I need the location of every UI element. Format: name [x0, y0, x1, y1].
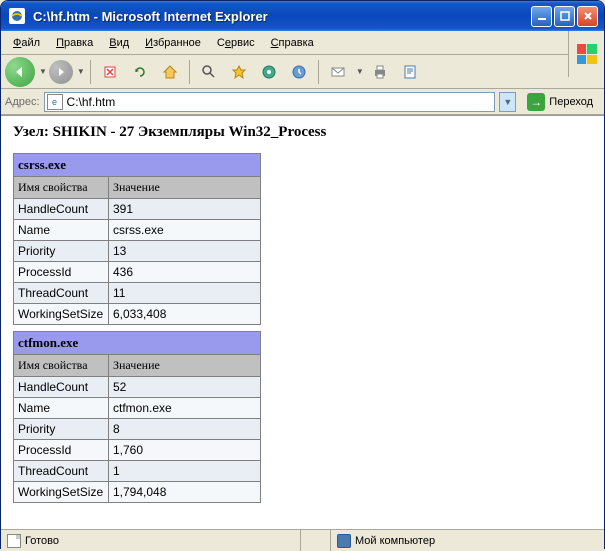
table-row: ThreadCount1 [14, 461, 261, 482]
table-row: ProcessId1,760 [14, 440, 261, 461]
address-label: Адрес: [5, 96, 40, 108]
page-heading: Узел: SHIKIN - 27 Экземпляры Win32_Proce… [13, 124, 592, 141]
address-dropdown[interactable]: ▼ [499, 92, 516, 112]
table-row: Namectfmon.exe [14, 398, 261, 419]
table-row: Namecsrss.exe [14, 220, 261, 241]
table-row: ThreadCount11 [14, 283, 261, 304]
home-button[interactable] [156, 58, 184, 86]
window-titlebar: C:\hf.htm - Microsoft Internet Explorer [1, 1, 604, 31]
edit-button[interactable] [396, 58, 424, 86]
menu-bar: Файл Правка Вид Избранное Сервис Справка [1, 31, 604, 55]
process-table: ctfmon.exeИмя свойстваЗначениеHandleCoun… [13, 331, 261, 503]
value-cell: 391 [109, 199, 261, 220]
property-cell: ThreadCount [14, 283, 109, 304]
value-cell: 6,033,408 [109, 304, 261, 325]
menu-help[interactable]: Справка [263, 34, 322, 52]
refresh-button[interactable] [126, 58, 154, 86]
go-button[interactable]: → Переход [520, 91, 600, 113]
back-dropdown[interactable]: ▼ [39, 67, 47, 76]
forward-button[interactable] [49, 60, 73, 84]
stop-button[interactable] [96, 58, 124, 86]
table-row: ProcessId436 [14, 262, 261, 283]
property-cell: Priority [14, 241, 109, 262]
status-zone-cell: Мой компьютер [331, 530, 604, 551]
forward-dropdown[interactable]: ▼ [77, 67, 85, 76]
menu-tools[interactable]: Сервис [209, 34, 263, 52]
document-icon [7, 534, 21, 548]
value-cell: 436 [109, 262, 261, 283]
table-row: HandleCount391 [14, 199, 261, 220]
status-ready-cell: Готово [1, 530, 301, 551]
value-cell: 1,794,048 [109, 482, 261, 503]
value-cell: 1,760 [109, 440, 261, 461]
property-cell: ProcessId [14, 440, 109, 461]
table-row: HandleCount52 [14, 377, 261, 398]
property-cell: Name [14, 398, 109, 419]
minimize-button[interactable] [531, 6, 552, 27]
status-zone-text: Мой компьютер [355, 535, 435, 547]
status-ready-text: Готово [25, 535, 59, 547]
property-cell: HandleCount [14, 377, 109, 398]
menu-edit[interactable]: Правка [48, 34, 101, 52]
go-arrow-icon: → [527, 93, 545, 111]
search-button[interactable] [195, 58, 223, 86]
property-cell: WorkingSetSize [14, 482, 109, 503]
maximize-button[interactable] [554, 6, 575, 27]
mail-button[interactable] [324, 58, 352, 86]
page-icon: e [47, 94, 63, 110]
history-button[interactable] [285, 58, 313, 86]
status-bar: Готово Мой компьютер [1, 529, 604, 551]
back-button[interactable] [5, 57, 35, 87]
toolbar: ▼ ▼ ▼ [1, 55, 604, 89]
ie-app-icon [9, 8, 25, 24]
menu-favorites[interactable]: Избранное [137, 34, 209, 52]
close-button[interactable] [577, 6, 598, 27]
table-row: Priority13 [14, 241, 261, 262]
computer-icon [337, 534, 351, 548]
col-value: Значение [109, 355, 261, 377]
menu-view[interactable]: Вид [101, 34, 137, 52]
property-cell: WorkingSetSize [14, 304, 109, 325]
value-cell: ctfmon.exe [109, 398, 261, 419]
col-property: Имя свойства [14, 355, 109, 377]
property-cell: ProcessId [14, 262, 109, 283]
value-cell: 13 [109, 241, 261, 262]
mail-dropdown[interactable]: ▼ [356, 67, 364, 76]
go-label: Переход [549, 96, 593, 108]
print-button[interactable] [366, 58, 394, 86]
property-cell: ThreadCount [14, 461, 109, 482]
table-row: WorkingSetSize1,794,048 [14, 482, 261, 503]
content-area[interactable]: Узел: SHIKIN - 27 Экземпляры Win32_Proce… [1, 115, 604, 529]
media-button[interactable] [255, 58, 283, 86]
process-name-header: ctfmon.exe [14, 332, 261, 355]
value-cell: 52 [109, 377, 261, 398]
value-cell: 8 [109, 419, 261, 440]
process-name-header: csrss.exe [14, 154, 261, 177]
property-cell: HandleCount [14, 199, 109, 220]
property-cell: Name [14, 220, 109, 241]
ie-throbber-logo [568, 31, 604, 77]
table-row: Priority8 [14, 419, 261, 440]
address-bar: Адрес: e ▼ → Переход [1, 89, 604, 115]
process-table: csrss.exeИмя свойстваЗначениеHandleCount… [13, 153, 261, 325]
value-cell: csrss.exe [109, 220, 261, 241]
address-input-container: e [44, 92, 496, 112]
window-title: C:\hf.htm - Microsoft Internet Explorer [33, 9, 531, 24]
menu-file[interactable]: Файл [5, 34, 48, 52]
property-cell: Priority [14, 419, 109, 440]
col-property: Имя свойства [14, 177, 109, 199]
value-cell: 11 [109, 283, 261, 304]
address-input[interactable] [67, 95, 493, 109]
col-value: Значение [109, 177, 261, 199]
table-row: WorkingSetSize6,033,408 [14, 304, 261, 325]
favorites-button[interactable] [225, 58, 253, 86]
value-cell: 1 [109, 461, 261, 482]
